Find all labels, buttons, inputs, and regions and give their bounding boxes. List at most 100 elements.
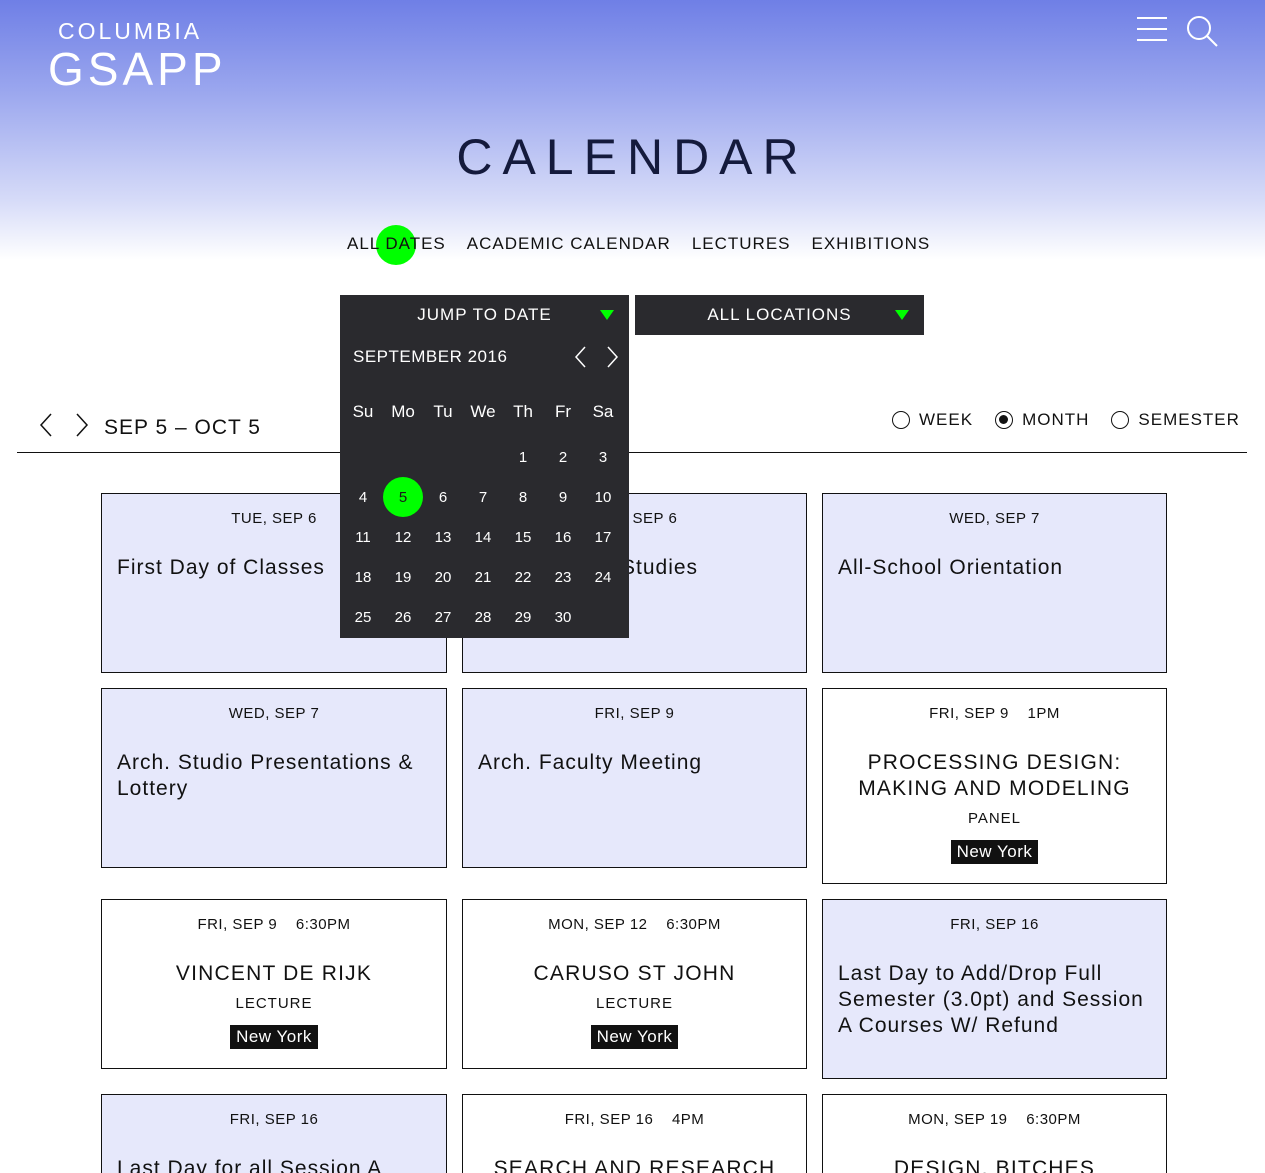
view-week-label: WEEK	[919, 410, 974, 429]
view-options: WEEK MONTH SEMESTER	[892, 410, 1240, 430]
locations-label: ALL LOCATIONS	[707, 305, 852, 324]
page-title: CALENDAR	[456, 129, 809, 185]
chevron-right-icon[interactable]	[602, 345, 622, 369]
event-card[interactable]: MON, SEP 12 6:30PM CARUSO ST JOHN LECTUR…	[462, 899, 807, 1069]
jump-to-date-dropdown[interactable]: JUMP TO DATE	[340, 295, 629, 335]
hamburger-menu-icon[interactable]	[1137, 17, 1167, 41]
gsapp-logo[interactable]: COLUMBIA GSAPP	[48, 18, 227, 92]
filter-tabs: ALL DATES ACADEMIC CALENDAR LECTURES EXH…	[347, 234, 930, 254]
event-type: PANEL	[967, 810, 1022, 827]
event-title: All-School Orientation	[838, 556, 1064, 579]
event-card[interactable]: MON, SEP 19 6:30PM DESIGN, BITCHES	[822, 1094, 1167, 1173]
locations-dropdown[interactable]: ALL LOCATIONS	[635, 295, 924, 335]
event-card[interactable]: FRI, SEP 9 1PM PROCESSING DESIGN: MAKING…	[822, 688, 1167, 884]
day-cell[interactable]: 19	[383, 569, 423, 586]
day-cell[interactable]: 21	[463, 569, 503, 586]
event-type: LECTURE	[235, 995, 313, 1012]
day-cell[interactable]: 23	[543, 569, 583, 586]
weekday-label: Fr	[554, 402, 572, 421]
tab-lectures[interactable]: LECTURES	[692, 234, 791, 254]
event-date: FRI, SEP 9 6:30PM	[197, 916, 351, 933]
event-title: DESIGN, BITCHES	[893, 1157, 1096, 1173]
day-cell[interactable]: 22	[503, 569, 543, 586]
day-cell[interactable]: 12	[383, 529, 423, 546]
event-type: LECTURE	[595, 995, 673, 1012]
view-semester-label: SEMESTER	[1138, 410, 1240, 429]
day-cell[interactable]: 29	[503, 609, 543, 626]
day-cell[interactable]: 8	[503, 489, 543, 506]
date-picker-month: SEPTEMBER 2016	[353, 347, 508, 366]
weekday-label: Mo	[391, 402, 415, 421]
chevron-left-icon[interactable]	[571, 345, 591, 369]
day-cell[interactable]: 14	[463, 529, 503, 546]
day-cell[interactable]: 20	[423, 569, 463, 586]
selected-day[interactable]: 5	[383, 476, 423, 517]
day-cell[interactable]: 30	[543, 609, 583, 626]
logo-line1: COLUMBIA	[58, 18, 203, 44]
location-badge: New York	[230, 1025, 318, 1049]
event-title: CARUSO ST JOHN	[533, 962, 736, 985]
event-date: MON, SEP 19 6:30PM	[908, 1111, 1081, 1128]
day-cell[interactable]: 15	[503, 529, 543, 546]
chevron-left-icon[interactable]	[38, 412, 54, 438]
day-cell[interactable]: 4	[343, 489, 383, 506]
event-date: WED, SEP 7	[228, 705, 320, 722]
event-date: MON, SEP 12 6:30PM	[548, 916, 721, 933]
location-badge: New York	[590, 1025, 679, 1049]
event-card[interactable]: FRI, SEP 16 4PM SEARCH AND RESEARCH	[462, 1094, 807, 1173]
event-date: FRI, SEP 16	[229, 1111, 319, 1128]
week-row: 123	[343, 437, 623, 477]
event-title: Arch. Faculty Meeting	[478, 751, 703, 774]
caret-down-icon	[600, 310, 614, 320]
chevron-right-icon[interactable]	[74, 412, 90, 438]
divider	[17, 452, 1247, 453]
event-card[interactable]: FRI, SEP 9 6:30PM VINCENT DE RIJK LECTUR…	[101, 899, 447, 1069]
event-card[interactable]: FRI, SEP 9 Arch. Faculty Meeting	[462, 688, 807, 868]
tab-all-dates[interactable]: ALL DATES	[347, 234, 446, 254]
event-date: FRI, SEP 9 1PM	[929, 705, 1060, 722]
jump-to-date-label: JUMP TO DATE	[417, 305, 552, 324]
day-cell[interactable]: 1	[503, 449, 543, 466]
day-cell[interactable]: 6	[423, 489, 463, 506]
day-cell[interactable]: 7	[463, 489, 503, 506]
weekday-label: Th	[513, 402, 533, 421]
event-date: FRI, SEP 9	[594, 705, 675, 722]
day-cell[interactable]: 28	[463, 609, 503, 626]
week-row: 11 12 13 14 15 16 17	[343, 517, 623, 557]
day-cell[interactable]: 3	[583, 449, 623, 466]
view-month-option[interactable]: MONTH	[995, 410, 1089, 430]
event-title: Last Day to Add/Drop Full Semester (3.0p…	[838, 962, 1144, 1037]
week-row: 18 19 20 21 22 23 24	[343, 557, 623, 597]
event-card[interactable]: WED, SEP 7 Arch. Studio Presentations & …	[101, 688, 447, 868]
day-cell[interactable]: 27	[423, 609, 463, 626]
day-cell[interactable]: 18	[343, 569, 383, 586]
tab-exhibitions[interactable]: EXHIBITIONS	[812, 234, 931, 254]
tab-academic-calendar[interactable]: ACADEMIC CALENDAR	[467, 234, 671, 254]
day-cell[interactable]: 24	[583, 569, 623, 586]
date-picker: SEPTEMBER 2016 Su Mo Tu We Th Fr Sa 1 2 3 4 5 6 7 8 9 10…	[340, 335, 629, 638]
event-title: VINCENT DE RIJK	[175, 962, 373, 985]
radio-week[interactable]	[892, 411, 910, 429]
view-semester-option[interactable]: SEMESTER	[1111, 410, 1240, 430]
search-icon[interactable]	[1185, 14, 1219, 48]
day-cell[interactable]: 11	[343, 529, 383, 546]
day-cell[interactable]: 2	[543, 449, 583, 466]
view-week-option[interactable]: WEEK	[892, 410, 973, 430]
weekday-label: Tu	[433, 402, 453, 421]
day-cell[interactable]: 13	[423, 529, 463, 546]
day-cell[interactable]: 9	[543, 489, 583, 506]
day-cell[interactable]: 17	[583, 529, 623, 546]
radio-semester[interactable]	[1111, 411, 1130, 429]
weekday-label: Su	[352, 402, 374, 421]
day-cell[interactable]: 16	[543, 529, 583, 546]
event-date: WED, SEP 7	[949, 510, 1040, 527]
event-card[interactable]: FRI, SEP 16 Last Day for all Session A	[101, 1094, 447, 1173]
weekday-label: We	[470, 402, 496, 421]
date-range-label: SEP 5 – OCT 5	[104, 416, 261, 439]
event-card[interactable]: WED, SEP 7 All-School Orientation	[822, 493, 1167, 673]
day-cell[interactable]: 26	[383, 609, 423, 626]
day-cell[interactable]: 10	[583, 489, 623, 506]
event-card[interactable]: FRI, SEP 16 Last Day to Add/Drop Full Se…	[822, 899, 1167, 1079]
radio-month[interactable]	[995, 411, 1014, 429]
day-cell[interactable]: 25	[343, 609, 383, 626]
